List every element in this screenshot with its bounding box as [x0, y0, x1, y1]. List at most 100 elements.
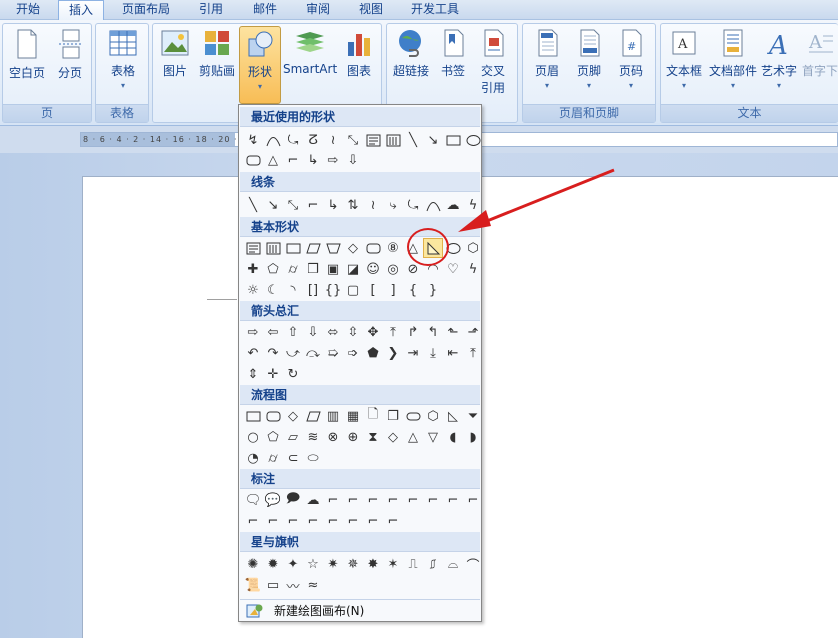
line-callout-1-icon[interactable]: ⌐: [323, 490, 343, 510]
striped-right-arrow-icon[interactable]: ➯: [323, 343, 343, 363]
circular-arrow-icon[interactable]: ↻: [283, 364, 303, 384]
page-number-button[interactable]: # 页码 ▾: [611, 28, 651, 90]
flowchart-card-icon[interactable]: ▱: [283, 427, 303, 447]
oval-icon[interactable]: [463, 130, 483, 150]
pentagon-arrow-icon[interactable]: ⬟: [363, 343, 383, 363]
donut-icon[interactable]: ◎: [383, 259, 403, 279]
curved-arrow-connector-icon[interactable]: ⤷: [383, 195, 403, 215]
parallelogram-icon[interactable]: [303, 238, 323, 258]
freeform-icon[interactable]: ☁: [443, 195, 463, 215]
right-bracket-icon[interactable]: ]: [383, 280, 403, 300]
folded-corner-icon[interactable]: ◪: [343, 259, 363, 279]
eight-point-star-icon[interactable]: ✷: [323, 554, 343, 574]
up-arrow-callout-icon[interactable]: ⤒: [463, 343, 483, 363]
quad-arrow-icon[interactable]: ✥: [363, 322, 383, 342]
table-button[interactable]: 表格 ▾: [102, 28, 144, 90]
line-callout-border-accent-4-icon[interactable]: ⌐: [383, 511, 403, 531]
curve-icon[interactable]: [263, 130, 283, 150]
flowchart-punched-tape-icon[interactable]: ≋: [303, 427, 323, 447]
chevron-icon[interactable]: ❯: [383, 343, 403, 363]
textbox-shape-icon[interactable]: [243, 238, 263, 258]
trapezoid-icon[interactable]: [323, 238, 343, 258]
hexagon-icon[interactable]: ⬡: [463, 238, 483, 258]
curved-down-ribbon-icon[interactable]: ⌒: [463, 554, 483, 574]
pentagon-icon[interactable]: ⬠: [263, 259, 283, 279]
elbow-arrow-connector-icon[interactable]: ↳: [323, 195, 343, 215]
picture-button[interactable]: 图片: [159, 28, 191, 79]
arrow-line-icon[interactable]: ↘: [423, 130, 443, 150]
clipart-button[interactable]: 剪贴画: [197, 28, 237, 79]
sun-icon[interactable]: ☼: [243, 280, 263, 300]
flowchart-manual-operation-icon[interactable]: ⏷: [463, 406, 483, 426]
flowchart-multidocument-icon[interactable]: ❐: [383, 406, 403, 426]
curved-double-arrow-icon[interactable]: ⤿: [283, 130, 303, 150]
bent-arrow-icon[interactable]: ↱: [403, 322, 423, 342]
left-right-up-arrow-icon[interactable]: ⤒: [383, 322, 403, 342]
curved-up-arrow-icon[interactable]: ⤻: [283, 343, 303, 363]
curved-down-arrow-icon[interactable]: ⤼: [303, 343, 323, 363]
curve-icon[interactable]: [423, 195, 443, 215]
new-drawing-canvas-item[interactable]: 新建绘图画布(N): [240, 599, 480, 621]
flowchart-alternate-process-icon[interactable]: [263, 406, 283, 426]
flowchart-document-icon[interactable]: 🗋: [363, 406, 383, 426]
line-callout-accent-3-icon[interactable]: ⌐: [443, 490, 463, 510]
up-down-arrow-icon[interactable]: ⇳: [343, 322, 363, 342]
elbow-connector-icon[interactable]: ↯: [243, 130, 263, 150]
tab-view[interactable]: 视图: [348, 0, 394, 20]
flowchart-direct-access-storage-icon[interactable]: ⊂: [283, 448, 303, 468]
moon-icon[interactable]: ☾: [263, 280, 283, 300]
left-arrow-callout-icon[interactable]: ⇤: [443, 343, 463, 363]
double-brace-icon[interactable]: {}: [323, 280, 343, 300]
double-bracket-icon[interactable]: []: [303, 280, 323, 300]
flowchart-summing-junction-icon[interactable]: ⊗: [323, 427, 343, 447]
down-arrow-icon[interactable]: ⇩: [303, 322, 323, 342]
curved-double-arrow-connector-icon[interactable]: ⤿: [403, 195, 423, 215]
curved-left-arrow-icon[interactable]: ↷: [263, 343, 283, 363]
flowchart-decision-icon[interactable]: ◇: [283, 406, 303, 426]
line-callout-border-accent-2-icon[interactable]: ⌐: [343, 511, 363, 531]
cross-icon[interactable]: ✚: [243, 259, 263, 279]
rectangle-icon[interactable]: [443, 130, 463, 150]
vertical-textbox-icon[interactable]: [263, 238, 283, 258]
can-icon[interactable]: ⌭: [283, 259, 303, 279]
explosion-1-icon[interactable]: ✺: [243, 554, 263, 574]
s-curve-icon[interactable]: ≀: [323, 130, 343, 150]
diamond-icon[interactable]: ◇: [343, 238, 363, 258]
tab-references[interactable]: 引用: [188, 0, 234, 20]
octagon-icon[interactable]: ⑧: [383, 238, 403, 258]
wordart-button[interactable]: A 艺术字 ▾: [759, 28, 799, 90]
flowchart-sequential-access-icon[interactable]: ◔: [243, 448, 263, 468]
double-arrow-line-icon[interactable]: ⤡: [283, 195, 303, 215]
scribble-icon[interactable]: ϟ: [463, 195, 483, 215]
smartart-button[interactable]: SmartArt: [283, 28, 337, 76]
rectangle-icon[interactable]: [283, 238, 303, 258]
rounded-callout-icon[interactable]: 💬: [263, 490, 283, 510]
line-callout-4-icon[interactable]: ⌐: [383, 490, 403, 510]
notched-right-arrow-icon[interactable]: ➩: [343, 343, 363, 363]
line-callout-border-4-icon[interactable]: ⌐: [303, 511, 323, 531]
right-arrow-icon[interactable]: ⇨: [243, 322, 263, 342]
quick-parts-button[interactable]: 文档部件 ▾: [707, 28, 759, 90]
vertical-textbox-icon[interactable]: [383, 130, 403, 150]
tab-insert[interactable]: 插入: [58, 0, 104, 21]
freeform-curve-icon[interactable]: ⵒ: [303, 130, 323, 150]
rectangular-callout-icon[interactable]: 🗨: [243, 490, 263, 510]
line-callout-accent-4-icon[interactable]: ⌐: [463, 490, 483, 510]
flowchart-extract-icon[interactable]: △: [403, 427, 423, 447]
twentyfour-point-star-icon[interactable]: ✸: [363, 554, 383, 574]
explosion-2-icon[interactable]: ✹: [263, 554, 283, 574]
cube-icon[interactable]: ❒: [303, 259, 323, 279]
right-arrow-callout-icon[interactable]: ⇥: [403, 343, 423, 363]
flowchart-offpage-connector-icon[interactable]: ⬠: [263, 427, 283, 447]
up-arrow-icon[interactable]: ⇧: [283, 322, 303, 342]
wave-icon[interactable]: 〰: [283, 575, 303, 595]
tab-page-layout[interactable]: 页面布局: [112, 0, 180, 20]
tab-home[interactable]: 开始: [4, 0, 52, 20]
curved-right-arrow-icon[interactable]: ↶: [243, 343, 263, 363]
bevel-icon[interactable]: ▣: [323, 259, 343, 279]
left-bracket-icon[interactable]: [: [363, 280, 383, 300]
flowchart-or-icon[interactable]: ⊕: [343, 427, 363, 447]
bookmark-button[interactable]: 书签: [435, 28, 471, 79]
sixteen-point-star-icon[interactable]: ✵: [343, 554, 363, 574]
double-arrow-line-icon[interactable]: ⤡: [343, 130, 363, 150]
